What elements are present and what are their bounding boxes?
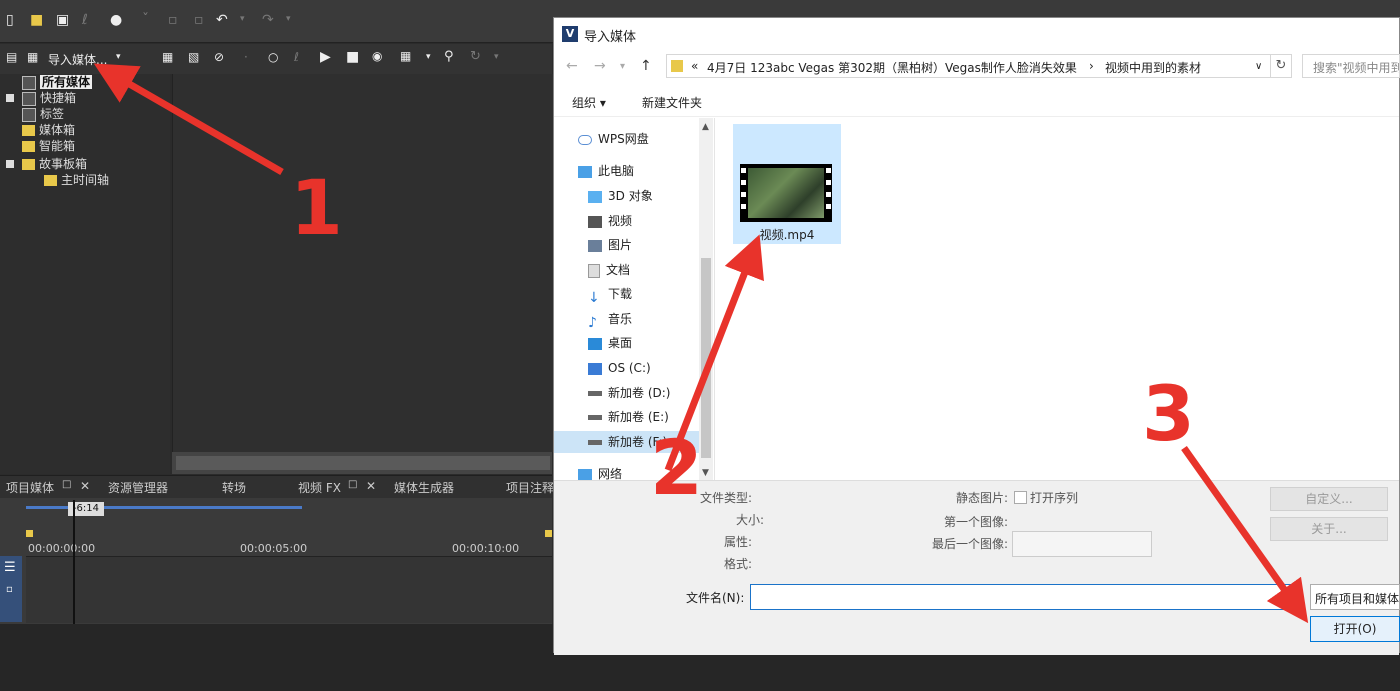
- annotation-number-1: 1: [290, 163, 343, 252]
- annotation-number-3: 3: [1142, 369, 1195, 458]
- annotation-number-2: 2: [650, 423, 703, 512]
- annotation-arrows: [93, 63, 1309, 624]
- arrow-1: [93, 63, 284, 176]
- arrow-3: [1181, 445, 1309, 624]
